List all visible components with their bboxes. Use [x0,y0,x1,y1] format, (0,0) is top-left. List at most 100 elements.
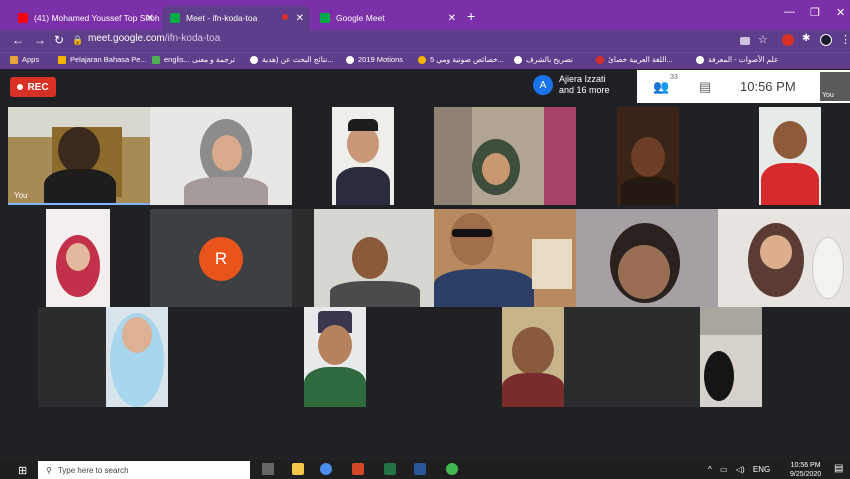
video-tile[interactable] [332,107,394,205]
video-tile-empty[interactable] [564,307,700,407]
wall [700,307,762,335]
recording-dot-icon [282,14,288,20]
chevron-up-icon[interactable]: ^ [708,465,712,474]
video-tile[interactable] [718,209,850,307]
notification-icon[interactable]: ▤ [834,463,843,474]
hand [704,351,734,401]
close-window-icon[interactable]: ✕ [836,6,845,19]
taskbar-date: 9/25/2020 [790,471,822,478]
video-tile[interactable] [150,107,292,205]
excel-icon[interactable] [384,463,396,475]
star-icon[interactable]: ☆ [758,33,768,46]
video-tile-self[interactable]: You [8,107,150,205]
close-icon[interactable]: ✕ [146,13,154,24]
bookmark-item[interactable]: 5 خصائص صوتية ومي... [418,55,504,64]
meet-icon [320,13,330,23]
bookmark-label: تصريح بالشرف [526,55,574,64]
bookmark-item[interactable]: علم الأصوات - المعرفة [696,55,779,64]
bookmark-icon [596,55,604,64]
windows-taskbar: ⊞ ⚲ Type here to search ^ ▭ ◁) ENG 10:56… [0,460,850,479]
globe-icon [346,55,354,64]
network-icon[interactable]: ▭ [720,465,728,474]
taskbar-clock[interactable]: 10:56 PM 9/25/2020 [790,461,821,479]
bookmark-label: 5 خصائص صوتية ومي... [430,55,504,64]
video-tile[interactable] [700,307,762,407]
bookmark-label: علم الأصوات - المعرفة [708,55,779,64]
chat-icon[interactable]: ▤ [699,79,711,95]
bookmark-item[interactable]: Pelajaran Bahasa Pe... [58,55,147,64]
video-tile[interactable] [576,209,718,307]
back-icon[interactable]: ← [12,33,24,47]
bookmark-label: 2019 Motions [358,55,404,64]
face [318,325,352,365]
bookmark-icon [152,55,160,64]
tab-meet-active[interactable]: Meet - ifn-koda-toa ✕ [162,6,310,30]
door [292,209,314,307]
task-view-icon[interactable] [262,463,274,475]
people-icon[interactable]: 👥 [653,79,669,95]
language-indicator[interactable]: ENG [753,465,770,474]
video-tile[interactable] [46,209,110,307]
bookmark-icon [58,55,66,64]
bookmark-apps[interactable]: Apps [10,55,39,64]
bookmark-item[interactable]: اللغة العربية خصائ... [596,55,673,64]
presenter-info[interactable]: A Ajiera Izzati and 16 more [533,74,610,96]
app-icon[interactable] [446,463,458,475]
avatar[interactable] [820,34,832,46]
reload-icon[interactable]: ↻ [54,33,64,47]
close-icon[interactable]: ✕ [448,13,456,24]
glasses [452,229,492,237]
participant-count: 33 [670,74,678,81]
volume-icon[interactable]: ◁) [736,465,745,474]
tab-youtube[interactable]: (41) Mohamed Youssef Top Shoh.. ✕ [10,6,160,30]
self-view-thumbnail[interactable]: You [820,72,850,101]
video-tile[interactable] [434,209,576,307]
video-tile-camera-off[interactable]: R [150,209,292,307]
bookmark-item[interactable]: نتائج البحث عن (هدية... [250,55,334,64]
face [631,137,665,177]
chrome-icon[interactable] [320,463,332,475]
video-tile[interactable] [292,209,434,307]
search-placeholder: Type here to search [57,465,129,475]
video-tile[interactable] [304,307,366,407]
participant-name: You [14,191,28,200]
meet-icon [170,13,180,23]
person-body [434,269,534,307]
extension-icon[interactable] [782,34,794,46]
word-icon[interactable] [414,463,426,475]
new-tab-button[interactable]: + [467,8,475,24]
file-explorer-icon[interactable] [292,463,304,475]
bookmarks-bar: Apps Pelajaran Bahasa Pe... englis... تر… [0,52,850,69]
video-tile[interactable] [106,307,168,407]
url-field[interactable]: meet.google.com/ifn-koda-toa [88,33,220,44]
person-body [761,163,819,205]
person-body [330,281,420,307]
bookmark-item[interactable]: 2019 Motions [346,55,403,64]
video-tile[interactable] [434,107,576,205]
tab-google-meet[interactable]: Google Meet ✕ [312,6,462,30]
puzzle-icon[interactable]: ✱ [802,33,810,44]
bookmark-item[interactable]: englis... ترجمة و معنى [152,55,235,64]
tab-title: Meet - ifn-koda-toa [186,13,258,23]
face [618,245,670,299]
restore-icon[interactable]: ❐ [810,6,820,19]
close-icon[interactable]: ✕ [296,13,304,24]
record-dot-icon [17,84,24,90]
taskbar-search-input[interactable]: ⚲ Type here to search [38,461,250,479]
powerpoint-icon[interactable] [352,463,364,475]
bookmark-item[interactable]: تصريح بالشرف [514,55,573,64]
participant-initial-avatar: R [199,237,243,281]
browser-tab-bar: (41) Mohamed Youssef Top Shoh.. ✕ Meet -… [0,0,850,30]
address-bar: ← → ↻ 🔒 meet.google.com/ifn-koda-toa ☆ ✱… [0,30,850,52]
minimize-icon[interactable]: — [784,6,795,18]
video-tile[interactable] [759,107,821,205]
video-tile[interactable] [617,107,679,205]
video-tile[interactable] [502,307,564,407]
bookmark-label: Apps [22,55,40,64]
forward-icon[interactable]: → [34,33,46,47]
windows-start-icon[interactable]: ⊞ [18,464,27,477]
face [66,243,90,271]
menu-icon[interactable]: ⋮ [840,33,850,46]
face [760,235,792,269]
camera-icon[interactable] [740,37,750,45]
